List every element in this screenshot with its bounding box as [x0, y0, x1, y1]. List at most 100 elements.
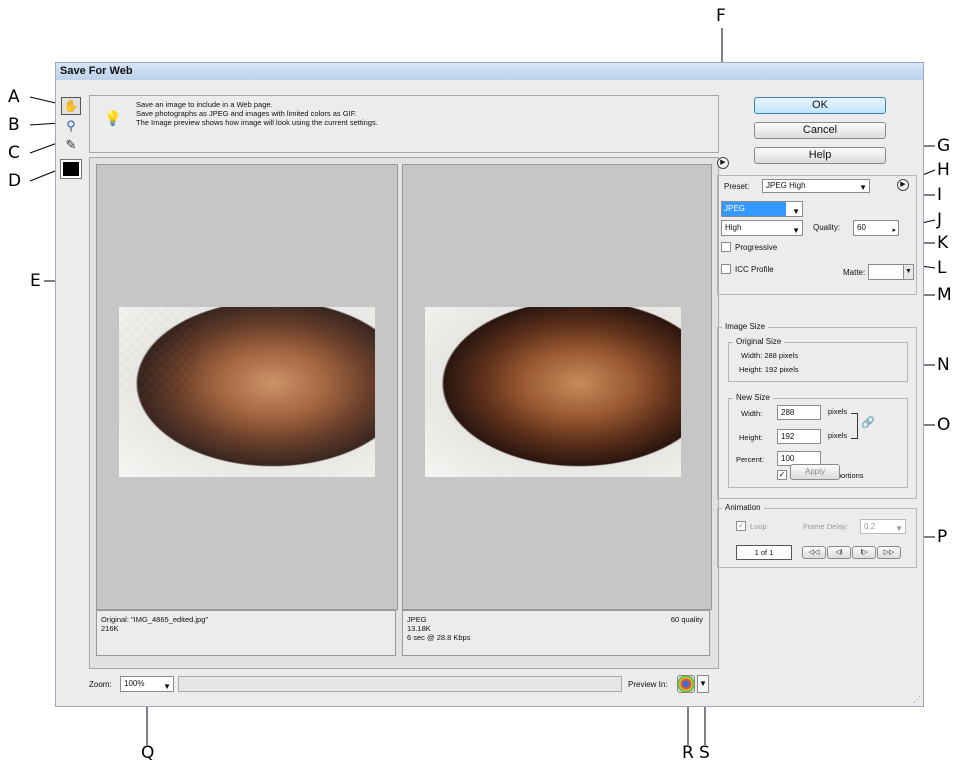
optimized-image — [425, 307, 681, 477]
tip-line: The Image preview shows how image will l… — [136, 118, 378, 127]
callout-c: C — [8, 143, 20, 163]
chevron-down-icon: ▼ — [859, 183, 867, 192]
zoom-select[interactable]: 100% ▼ — [120, 676, 174, 692]
frame-delay-label: Frame Delay: — [803, 522, 849, 531]
ok-button[interactable]: OK — [754, 97, 886, 114]
image-size-title: Image Size — [722, 322, 769, 332]
original-filename: Original: "IMG_4865_edited.jpg" — [101, 615, 209, 624]
frame-delay-value: 0.2 — [864, 522, 876, 531]
constrain-proportions-checkbox[interactable]: ✓ — [777, 470, 787, 480]
chevron-right-icon: ▸ — [892, 227, 896, 234]
optimized-filesize: 13.18K — [407, 624, 431, 633]
callout-p: P — [937, 527, 948, 547]
settings-group: Preset: JPEG High ▼ ▶ JPEG ▼ High ▼ Qual… — [717, 175, 917, 295]
image-size-group: Image Size Original Size Width: 288 pixe… — [717, 322, 917, 499]
original-info: Original: "IMG_4865_edited.jpg" 216K — [96, 610, 396, 656]
quality-label: Quality: — [813, 223, 841, 232]
preview-menu-icon[interactable]: ▶ — [717, 157, 729, 169]
settings-menu-icon[interactable]: ▶ — [897, 179, 909, 191]
chevron-down-icon: ▼ — [895, 524, 903, 533]
chevron-down-icon: ▼ — [699, 679, 707, 688]
tips-text: Save an image to include in a Web page. … — [136, 100, 378, 127]
preview-in-label: Preview In: — [628, 680, 668, 689]
portrait-photo — [425, 307, 681, 477]
format-value: JPEG — [722, 202, 786, 216]
original-image — [119, 307, 375, 477]
matte-swatch[interactable] — [868, 264, 904, 280]
zoom-tool-icon[interactable]: ⚲ — [61, 117, 81, 135]
icc-profile-label: ICC Profile — [735, 265, 774, 274]
first-frame-button[interactable]: ◁◁ — [802, 546, 826, 559]
original-size-group: Original Size Width: 288 pixels Height: … — [728, 337, 908, 382]
chevron-down-icon: ▼ — [905, 268, 912, 275]
lightbulb-icon: 💡 — [104, 110, 122, 126]
callout-n: N — [937, 355, 950, 375]
tip-line: Save an image to include in a Web page. — [136, 100, 273, 109]
eyedropper-color-swatch[interactable] — [60, 159, 82, 179]
constrain-bracket — [851, 413, 858, 439]
link-icon: 🔗 — [861, 417, 875, 429]
original-size-title: Original Size — [733, 337, 785, 347]
hand-tool-icon[interactable]: ✋ — [61, 97, 81, 115]
callout-b: B — [8, 115, 20, 135]
frame-delay-select[interactable]: 0.2 ▼ — [860, 519, 906, 534]
width-label: Width: — [741, 409, 763, 418]
optimized-preview-pane[interactable] — [402, 164, 712, 610]
callout-m: M — [937, 285, 952, 305]
tips-panel: 💡 Save an image to include in a Web page… — [89, 95, 719, 153]
percent-label: Percent: — [736, 455, 764, 464]
cancel-button[interactable]: Cancel — [754, 122, 886, 139]
apply-button[interactable]: Apply — [790, 464, 840, 480]
chevron-down-icon: ▼ — [163, 682, 171, 691]
loop-checkbox[interactable]: ✓ — [736, 521, 746, 531]
help-button[interactable]: Help — [754, 147, 886, 164]
previous-frame-button[interactable]: ◁I — [827, 546, 851, 559]
callout-f: F — [716, 6, 726, 26]
optimized-quality: 60 quality — [670, 615, 703, 624]
quality-input[interactable]: 60 ▸ — [853, 220, 899, 236]
chevron-down-icon: ▼ — [792, 207, 800, 216]
preview-area: Original: "IMG_4865_edited.jpg" 216K JPE… — [89, 157, 719, 669]
preset-select[interactable]: JPEG High ▼ — [762, 179, 870, 193]
loop-label: Loop — [750, 522, 767, 531]
preset-label: Preset: — [724, 182, 750, 191]
original-height: Height: 192 pixels — [739, 365, 799, 374]
new-size-title: New Size — [733, 393, 773, 403]
original-preview-pane[interactable] — [96, 164, 398, 610]
pixels-label: pixels — [828, 407, 848, 416]
portrait-photo — [119, 307, 375, 477]
height-label: Height: — [739, 433, 763, 442]
callout-j: J — [937, 210, 943, 230]
optimized-info: JPEG 13.18K 6 sec @ 28.8 Kbps 60 quality — [402, 610, 710, 656]
icc-profile-checkbox[interactable] — [721, 264, 731, 274]
format-select[interactable]: JPEG ▼ — [721, 201, 803, 217]
quality-value: 60 — [857, 223, 866, 232]
save-for-web-dialog: Save For Web ✋ ⚲ ✎ 💡 Save an image to in… — [55, 62, 924, 707]
callout-g: G — [937, 136, 951, 156]
resize-grip-icon[interactable]: ⋰ — [913, 695, 921, 704]
callout-i: I — [937, 185, 943, 205]
height-input[interactable]: 192 — [777, 429, 821, 444]
callout-l: L — [937, 258, 947, 278]
pixels-label: pixels — [828, 431, 848, 440]
status-field — [178, 676, 622, 692]
original-filesize: 216K — [101, 624, 119, 633]
zoom-label: Zoom: — [89, 680, 112, 689]
quality-level-select[interactable]: High ▼ — [721, 220, 803, 236]
preset-value: JPEG High — [766, 181, 806, 190]
matte-label: Matte: — [843, 268, 866, 277]
browser-menu-button[interactable]: ▼ — [697, 675, 709, 693]
width-input[interactable]: 288 — [777, 405, 821, 420]
eyedropper-tool-icon[interactable]: ✎ — [61, 136, 81, 154]
optimized-format: JPEG — [407, 615, 427, 624]
next-frame-button[interactable]: I▷ — [852, 546, 876, 559]
browser-icon[interactable] — [677, 675, 695, 693]
matte-menu-button[interactable]: ▼ — [903, 264, 914, 280]
progressive-checkbox[interactable] — [721, 242, 731, 252]
callout-d: D — [8, 171, 22, 191]
animation-group: Animation ✓ Loop Frame Delay: 0.2 ▼ 1 of… — [717, 503, 917, 568]
download-time: 6 sec @ 28.8 Kbps — [407, 633, 471, 642]
callout-r: R — [682, 743, 694, 763]
last-frame-button[interactable]: ▷▷ — [877, 546, 901, 559]
callout-o: O — [937, 415, 951, 435]
